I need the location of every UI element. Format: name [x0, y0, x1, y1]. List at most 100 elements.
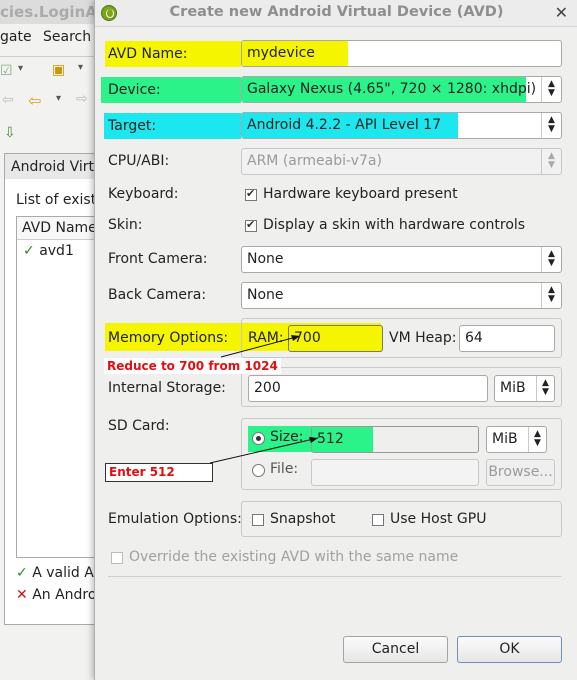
- download-icon[interactable]: ⇩: [4, 125, 16, 141]
- back-camera-value: None: [247, 287, 284, 303]
- chevron-updown-icon: ▲ ▼: [541, 77, 561, 102]
- memory-group: RAM: 700 VM Heap: 64: [241, 318, 562, 358]
- dialog-title: Create new Android Virtual Device (AVD): [169, 4, 504, 20]
- front-camera-label: Front Camera:: [108, 251, 208, 267]
- target-select[interactable]: Android 4.2.2 - API Level 17 ▲ ▼: [241, 112, 562, 139]
- menu-navigate[interactable]: gate: [0, 29, 32, 45]
- chevron-updown-icon: ▲ ▼: [541, 283, 561, 308]
- vm-heap-value: 64: [465, 330, 483, 346]
- forward-arrow-icon[interactable]: ⇦: [28, 91, 41, 110]
- avd-name-value: mydevice: [247, 45, 315, 61]
- back-camera-select[interactable]: None ▲ ▼: [241, 282, 562, 309]
- vm-heap-label: VM Heap:: [389, 330, 457, 346]
- sd-unit-select[interactable]: MiB ▲ ▼: [486, 426, 547, 453]
- ok-button[interactable]: OK: [457, 636, 562, 663]
- skin-check-label[interactable]: Display a skin with hardware controls: [263, 217, 525, 233]
- sd-file-input[interactable]: [311, 459, 479, 486]
- valid-check-icon: ✓: [16, 565, 28, 581]
- override-label[interactable]: Override the existing AVD with the same …: [129, 549, 458, 565]
- sd-card-label: SD Card:: [108, 418, 170, 434]
- back-arrow-icon[interactable]: ⇦: [2, 92, 14, 108]
- status-valid-text: A valid A: [32, 565, 94, 581]
- sd-size-value: 512: [317, 431, 344, 447]
- cpu-label: CPU/ABI:: [108, 153, 170, 169]
- device-select[interactable]: Galaxy Nexus (4.65", 720 × 1280: xhdpi) …: [241, 76, 562, 103]
- chevron-updown-icon: ▲ ▼: [528, 427, 546, 452]
- sd-annotation: Enter 512: [109, 465, 175, 479]
- valid-check-icon: ✓: [23, 243, 35, 259]
- checkbox-tool-icon[interactable]: ☑: [0, 63, 13, 79]
- snapshot-checkbox[interactable]: [252, 514, 264, 526]
- chevron-updown-icon: ▲ ▼: [541, 149, 561, 174]
- front-camera-value: None: [247, 251, 284, 267]
- next-arrow-icon[interactable]: ⇨: [76, 91, 88, 107]
- ram-label: RAM:: [248, 330, 284, 346]
- error-x-icon: ✕: [16, 587, 28, 603]
- keyboard-check-label[interactable]: Hardware keyboard present: [263, 186, 458, 202]
- browse-button[interactable]: Browse...: [486, 459, 555, 486]
- background-title: cies.LoginAct: [0, 0, 100, 24]
- divider: [108, 576, 562, 577]
- create-avd-dialog: Create new Android Virtual Device (AVD) …: [94, 0, 577, 680]
- chevron-updown-icon: ▲ ▼: [541, 247, 561, 272]
- cancel-button[interactable]: Cancel: [343, 636, 448, 663]
- vm-heap-input[interactable]: 64: [459, 325, 555, 352]
- skin-label: Skin:: [108, 217, 143, 233]
- chevron-updown-icon: ▲ ▼: [541, 113, 561, 138]
- sd-size-label[interactable]: Size:: [270, 429, 303, 445]
- sd-size-input[interactable]: 512: [311, 426, 479, 453]
- status-error-text: An Andro: [32, 587, 97, 603]
- background-menubar: gate Search: [0, 27, 100, 49]
- front-camera-select[interactable]: None ▲ ▼: [241, 246, 562, 273]
- new-file-icon[interactable]: ▣: [52, 62, 65, 78]
- snapshot-label[interactable]: Snapshot: [270, 511, 335, 527]
- status-valid: ✓ A valid A: [16, 565, 94, 581]
- keyboard-checkbox[interactable]: [245, 189, 257, 201]
- cpu-select[interactable]: ARM (armeabi-v7a) ▲ ▼: [241, 148, 562, 175]
- device-value: Galaxy Nexus (4.65", 720 × 1280: xhdpi): [247, 81, 537, 97]
- ram-input[interactable]: 700: [288, 325, 383, 352]
- close-icon[interactable]: ✕: [555, 3, 568, 22]
- avd-name-input[interactable]: mydevice: [241, 40, 562, 67]
- menu-search[interactable]: Search: [43, 29, 91, 45]
- keyboard-label: Keyboard:: [108, 186, 179, 202]
- history-dropdown-icon[interactable]: ▾: [56, 93, 61, 104]
- toolbar-row-2: ⇦ ⇦ ▾ ⇨: [0, 86, 100, 116]
- avd-name-label: AVD Name:: [105, 41, 241, 67]
- sd-file-label[interactable]: File:: [270, 461, 298, 477]
- skin-checkbox[interactable]: [245, 220, 257, 232]
- memory-label: Memory Options:: [108, 330, 229, 346]
- avd-manager-tab[interactable]: Android Virtu: [4, 153, 100, 179]
- internal-storage-value: 200: [254, 380, 281, 396]
- dropdown-icon-2[interactable]: ▾: [78, 62, 83, 73]
- device-label: Device:: [101, 77, 241, 103]
- host-gpu-checkbox[interactable]: [372, 514, 384, 526]
- sd-annotation-box: Enter 512: [105, 463, 213, 482]
- status-error: ✕ An Andro: [16, 587, 96, 603]
- cpu-value: ARM (armeabi-v7a): [247, 153, 382, 169]
- internal-unit-select[interactable]: MiB ▲ ▼: [494, 375, 555, 402]
- internal-unit-value: MiB: [500, 380, 526, 396]
- sd-file-radio[interactable]: [252, 464, 265, 477]
- internal-storage-group: 200 MiB ▲ ▼: [241, 367, 562, 407]
- ram-value: 700: [294, 330, 321, 346]
- avd-list-label: List of exist: [16, 192, 97, 208]
- sd-size-radio[interactable]: [252, 432, 265, 445]
- target-label: Target:: [104, 113, 241, 139]
- sd-card-group: Size: 512 MiB ▲ ▼ File: Browse...: [241, 418, 562, 490]
- dropdown-icon[interactable]: ▾: [18, 63, 23, 74]
- avd-row-name: avd1: [39, 243, 74, 259]
- back-camera-label: Back Camera:: [108, 287, 207, 303]
- sd-unit-value: MiB: [492, 431, 518, 447]
- emulation-label: Emulation Options:: [108, 511, 242, 527]
- chevron-updown-icon: ▲ ▼: [536, 376, 554, 401]
- dialog-titlebar[interactable]: Create new Android Virtual Device (AVD) …: [95, 0, 577, 27]
- ram-annotation: Reduce to 700 from 1024: [104, 358, 281, 374]
- target-value: Android 4.2.2 - API Level 17: [247, 117, 441, 133]
- toolbar-row-1: ☑ ▾ ▣ ▾: [0, 56, 100, 87]
- internal-storage-label: Internal Storage:: [108, 380, 226, 396]
- emulation-group: Snapshot Use Host GPU: [241, 501, 562, 537]
- internal-storage-input[interactable]: 200: [248, 375, 488, 402]
- override-checkbox[interactable]: [111, 552, 123, 564]
- host-gpu-label[interactable]: Use Host GPU: [390, 511, 486, 527]
